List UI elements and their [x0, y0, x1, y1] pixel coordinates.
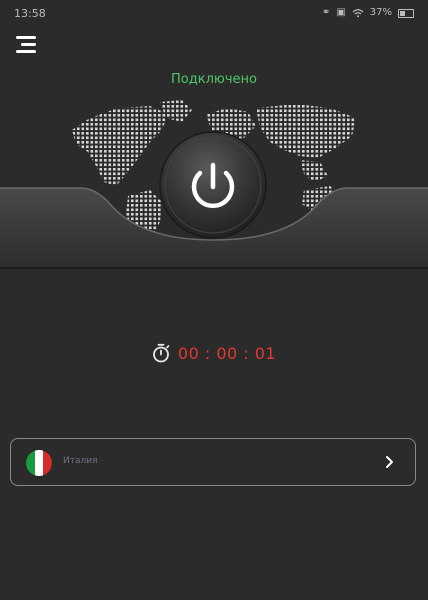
- menu-button[interactable]: [12, 34, 36, 54]
- sim-icon: ▣: [336, 7, 346, 18]
- server-name: Италия: [63, 456, 98, 466]
- connection-status: Подключено: [171, 72, 257, 87]
- chevron-right-icon: [386, 456, 393, 468]
- status-icons: ⚭ ▣ 37%: [322, 7, 414, 19]
- menu-line: [16, 50, 36, 53]
- vpn-main-screen: 13:58 ⚭ ▣ 37% Подключено 00: 00: 01 Ит…: [0, 0, 428, 600]
- wifi-icon: [352, 9, 364, 18]
- battery-icon: [398, 8, 414, 18]
- italy-flag-icon: [26, 450, 52, 476]
- status-bar: 13:58 ⚭ ▣ 37%: [0, 0, 428, 26]
- timer-value: 00 : 00 : 01: [177, 343, 277, 363]
- status-time: 13:58: [14, 7, 46, 20]
- connection-timer: 00 : 00 : 01: [0, 343, 428, 363]
- battery-percent: 37%: [369, 7, 392, 18]
- power-button[interactable]: [159, 131, 267, 239]
- menu-line: [21, 43, 36, 46]
- link-icon: ⚭: [321, 7, 331, 18]
- hero-panel: [0, 100, 428, 270]
- server-selector[interactable]: Италия: [10, 438, 416, 486]
- stopwatch-icon: [152, 343, 170, 363]
- hamburger-menu-icon: [16, 36, 36, 39]
